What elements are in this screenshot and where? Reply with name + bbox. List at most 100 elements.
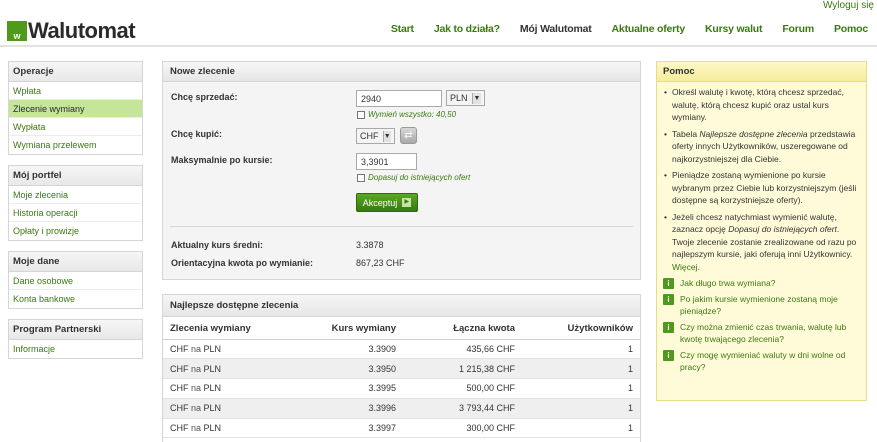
logo-badge-letter: w [13,31,21,41]
help-bullet: Jeżeli chcesz natychmiast wymienić walut… [663,211,860,274]
buy-currency-select[interactable]: CHF ▼ [356,128,395,144]
pair-from: CHF [170,383,189,394]
logout-link[interactable]: Wyloguj się [823,0,874,11]
faq-text: Czy można zmienić czas trwania, walutę l… [680,321,847,345]
avg-rate-value: 3.3878 [356,240,384,250]
pair-na: na [191,423,202,434]
pair-from: CHF [170,403,189,414]
faq-text: Czy mogę wymieniać waluty w dni wolne od… [680,349,846,373]
table-header-row: Zlecenia wymiany Kurs wymiany Łączna kwo… [163,317,640,340]
nav-help[interactable]: Pomoc [834,23,868,35]
sidebar-section-title: Program Partnerski [9,320,142,340]
info-icon: i [663,278,674,289]
rate-cell: 3.3909 [283,339,403,360]
faq-item[interactable]: i Po jakim kursie wymienione zostaną moje… [663,293,860,318]
help-panel: Pomoc Określ walutę i kwotę, którą chces… [656,61,867,401]
sidebar: Operacje Wpłata Zlecenie wymiany Wypłata… [8,61,143,369]
faq-item[interactable]: i Jak długo trwa wymiana? [663,277,860,290]
faq-list: i Jak długo trwa wymiana? i Po jakim kursi… [657,277,866,374]
sell-label: Chcę sprzedać: [171,92,238,102]
accept-button-label: Akceptuj [362,197,398,208]
col-header-amount[interactable]: Łączna kwota [403,317,522,340]
sidebar-item-withdrawal[interactable]: Wypłata [9,118,142,136]
help-text: Tabela [672,128,700,139]
logo[interactable]: w Walutomat [7,18,136,43]
sidebar-section-wallet: Mój portfel Moje zlecenia Historia opera… [8,165,143,241]
best-offers-panel: Najlepsze dostępne zlecenia Zlecenia wym… [162,294,641,442]
nav-how-it-works[interactable]: Jak to działa? [434,23,500,35]
faq-text: Po jakim kursie wymienione zostaną moje … [680,293,838,317]
rate-cell: 3.3997 [283,418,403,439]
sidebar-item-my-orders[interactable]: Moje zlecenia [9,186,142,204]
amount-cell: 3 793,44 CHF [403,398,522,419]
sidebar-item-history[interactable]: Historia operacji [9,204,142,222]
sidebar-item-exchange-order[interactable]: Zlecenie wymiany [9,100,142,118]
nav-start[interactable]: Start [391,23,414,35]
info-icon: i [663,349,674,361]
info-icon: i [663,293,674,305]
sidebar-item-fees[interactable]: Opłaty i prowizje [9,222,142,240]
pair-from: CHF [170,343,189,354]
swap-currencies-icon[interactable]: ⇄ [400,127,417,144]
pair-na: na [191,383,202,394]
checkbox-box[interactable] [357,173,365,182]
help-bullet: Określ walutę i kwotę, którą chcesz sprz… [663,86,860,124]
more-link[interactable]: Więcej. [672,262,700,272]
faq-item[interactable]: i Czy można zmienić czas trwania, walutę … [663,321,860,346]
col-header-users[interactable]: Użytkowników [522,317,640,340]
sidebar-item-deposit[interactable]: Wpłata [9,82,142,100]
amount-cell: 435,66 CHF [403,339,522,360]
info-icon: i [663,321,674,333]
accept-button[interactable]: Akceptuj ▶ [356,193,418,212]
est-amount-label: Orientacyjna kwota po wymianie: [171,258,314,268]
nav-forum[interactable]: Forum [782,23,814,35]
pair-na: na [191,363,202,374]
rate-cell: 3.3995 [283,378,403,399]
faq-item[interactable]: i Czy mogę wymieniać waluty w dni wolne o… [663,349,860,374]
max-rate-input[interactable]: 3,3901 [356,153,417,170]
divider [170,226,633,227]
col-header-orders[interactable]: Zlecenia wymiany [163,317,283,340]
main-nav: Start Jak to działa? Mój Walutomat Aktua… [371,23,868,35]
help-title: Pomoc [657,62,866,82]
sidebar-item-bank-accounts[interactable]: Konta bankowe [9,290,142,308]
play-icon: ▶ [402,198,412,207]
table-row: CHF na PLN 3.3909 435,66 CHF 1 [163,339,640,360]
pair-cell: CHF na PLN [163,358,283,380]
rate-cell: 3.3950 [283,358,403,380]
faq-text: Jak długo trwa wymiana? [680,278,776,288]
sell-amount-input[interactable]: 2940 [356,90,442,107]
offers-table: Zlecenia wymiany Kurs wymiany Łączna kwo… [163,317,640,439]
header: w Walutomat Start Jak to działa? Mój Wal… [0,16,877,47]
sidebar-item-personal-data[interactable]: Dane osobowe [9,272,142,290]
logo-text: Walutomat [28,18,136,43]
nav-exchange-rates[interactable]: Kursy walut [705,23,763,35]
help-bullet: Tabela Najlepsze dostępne zlecenia przed… [663,128,860,166]
checkbox-box[interactable] [357,110,365,119]
sidebar-item-transfer-exchange[interactable]: Wymiana przelewem [9,136,142,154]
col-header-rate[interactable]: Kurs wymiany [283,317,403,340]
help-emphasis: Dopasuj do istniejących ofert [728,224,837,234]
pair-from: CHF [170,363,189,374]
buy-label: Chcę kupić: [171,129,223,139]
avg-rate-label: Aktualny kurs średni: [171,240,264,250]
pair-na: na [191,403,202,414]
buy-currency-value: CHF [360,131,379,141]
pair-cell: CHF na PLN [163,378,283,399]
pair-to: PLN [203,383,222,394]
nav-my-walutomat[interactable]: Mój Walutomat [520,23,592,35]
nav-current-offers[interactable]: Aktualne oferty [612,23,686,35]
sell-currency-select[interactable]: PLN ▼ [446,90,485,106]
pair-from: CHF [170,423,189,434]
pair-na: na [191,343,202,354]
exchange-all-checkbox[interactable]: Wymień wszystko: 40,50 [357,110,456,119]
help-bullet: Pieniądze zostaną wymienione po kursie w… [663,169,860,207]
pair-to: PLN [203,343,222,354]
sidebar-section-my-data: Moje dane Dane osobowe Konta bankowe [8,251,143,309]
pair-to: PLN [203,403,222,414]
users-cell: 1 [522,398,640,419]
est-amount-value: 867,23 CHF [356,258,405,268]
sidebar-item-partner-info[interactable]: Informacje [9,340,142,358]
match-existing-checkbox[interactable]: Dopasuj do istniejących ofert [357,173,470,182]
match-existing-label: Dopasuj do istniejących ofert [368,173,471,182]
